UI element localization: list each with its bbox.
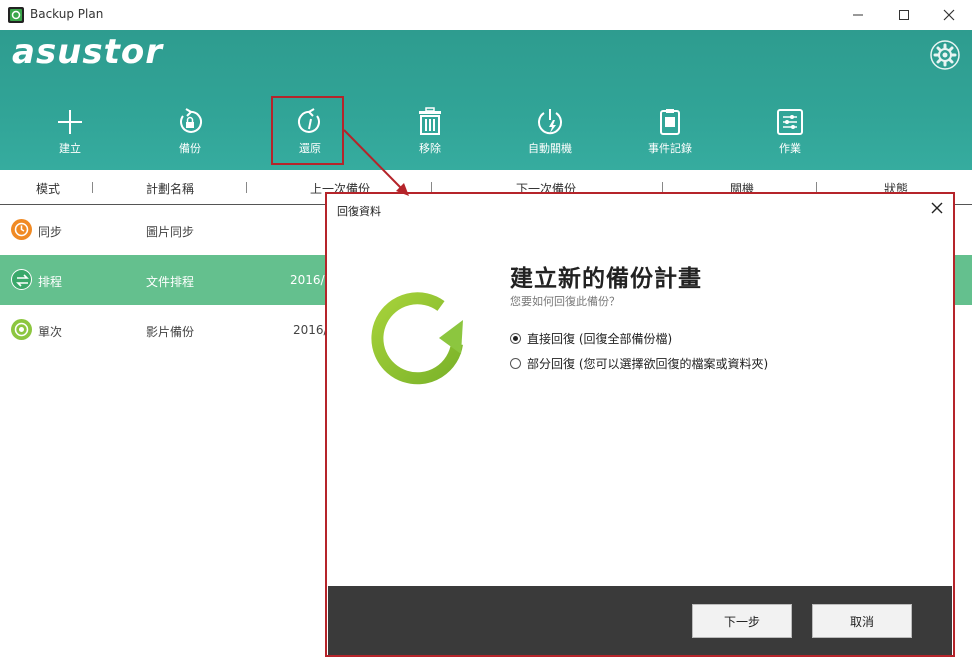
toolbar-event-log-label: 事件記錄: [648, 142, 692, 155]
close-icon: [943, 9, 955, 21]
column-separator: [246, 182, 247, 193]
row-plan-name: 文件排程: [146, 275, 195, 289]
app-icon: [8, 7, 24, 23]
restore-dialog: 回復資料 建立新的備份計畫 您要如何回復此備份？ 直接回復 (回復全部備份檔): [325, 192, 955, 657]
toolbar-remove-label: 移除: [419, 142, 441, 155]
window-title: Backup Plan: [30, 7, 104, 21]
toolbar-remove-button[interactable]: 移除: [390, 102, 470, 162]
toolbar-auto-shutdown-label: 自動關機: [528, 142, 572, 155]
dialog-body: 建立新的備份計畫 您要如何回復此備份？ 直接回復 (回復全部備份檔) 部分回復 …: [328, 224, 952, 586]
auto-power-off-icon: [538, 109, 562, 135]
restore-cycle-icon: [371, 292, 463, 385]
cancel-button[interactable]: 取消: [812, 604, 912, 638]
maximize-button[interactable]: [881, 0, 927, 30]
row-last-backup: 2016/: [293, 323, 328, 337]
partial-restore-radio[interactable]: [510, 358, 521, 369]
row-plan-name: 影片備份: [146, 325, 195, 339]
maximize-icon: [899, 10, 909, 20]
full-restore-radio[interactable]: [510, 333, 521, 344]
dialog-subheading: 您要如何回復此備份？: [510, 295, 620, 308]
toolbar-jobs-label: 作業: [779, 142, 801, 155]
once-icon: [11, 319, 32, 340]
app-header: asustor 建立 備份 還原 移除 自動關機 事件記錄 作業: [0, 30, 972, 170]
column-separator: [92, 182, 93, 193]
dialog-footer: 下一步 取消: [328, 586, 952, 655]
jobs-icon: [777, 109, 803, 135]
minimize-icon: [853, 14, 863, 16]
row-mode: 排程: [38, 275, 63, 289]
row-mode: 單次: [38, 325, 63, 339]
toolbar-create-button[interactable]: 建立: [30, 102, 110, 162]
settings-gear-icon[interactable]: [929, 39, 961, 71]
event-log-icon: [660, 109, 680, 135]
schedule-icon: [11, 269, 32, 290]
row-last-backup: 2016/: [290, 273, 325, 287]
asustor-logo: asustor: [12, 32, 164, 72]
row-plan-name: 圖片同步: [146, 225, 195, 239]
close-window-button[interactable]: [926, 0, 972, 30]
trash-icon: [419, 107, 441, 135]
toolbar-jobs-button[interactable]: 作業: [750, 102, 830, 162]
backup-lock-icon: [180, 108, 202, 133]
row-mode: 同步: [38, 225, 63, 239]
plus-icon: [58, 110, 82, 134]
dialog-close-icon[interactable]: [929, 200, 945, 216]
toolbar-create-label: 建立: [59, 142, 81, 155]
sync-icon: [11, 219, 32, 240]
full-restore-label: 直接回復 (回復全部備份檔): [527, 332, 673, 346]
column-header-mode[interactable]: 模式: [36, 180, 60, 197]
column-header-plan-name[interactable]: 計劃名稱: [146, 180, 194, 197]
toolbar-event-log-button[interactable]: 事件記錄: [630, 102, 710, 162]
dialog-heading: 建立新的備份計畫: [510, 266, 702, 292]
next-button[interactable]: 下一步: [692, 604, 792, 638]
toolbar-backup-button[interactable]: 備份: [150, 102, 230, 162]
restore-highlight-box: [271, 96, 344, 165]
toolbar-backup-label: 備份: [179, 142, 201, 155]
toolbar-auto-shutdown-button[interactable]: 自動關機: [510, 102, 590, 162]
option-full-restore[interactable]: 直接回復 (回復全部備份檔): [510, 330, 672, 347]
minimize-button[interactable]: [835, 0, 881, 30]
option-partial-restore[interactable]: 部分回復 (您可以選擇欲回復的檔案或資料夾): [510, 355, 768, 372]
partial-restore-label: 部分回復 (您可以選擇欲回復的檔案或資料夾): [527, 357, 769, 371]
title-bar: Backup Plan: [0, 0, 972, 30]
dialog-title: 回復資料: [337, 205, 381, 218]
backup-plan-window: Backup Plan asustor 建立 備份 還原 移除 自動關機 事件記…: [0, 0, 972, 671]
